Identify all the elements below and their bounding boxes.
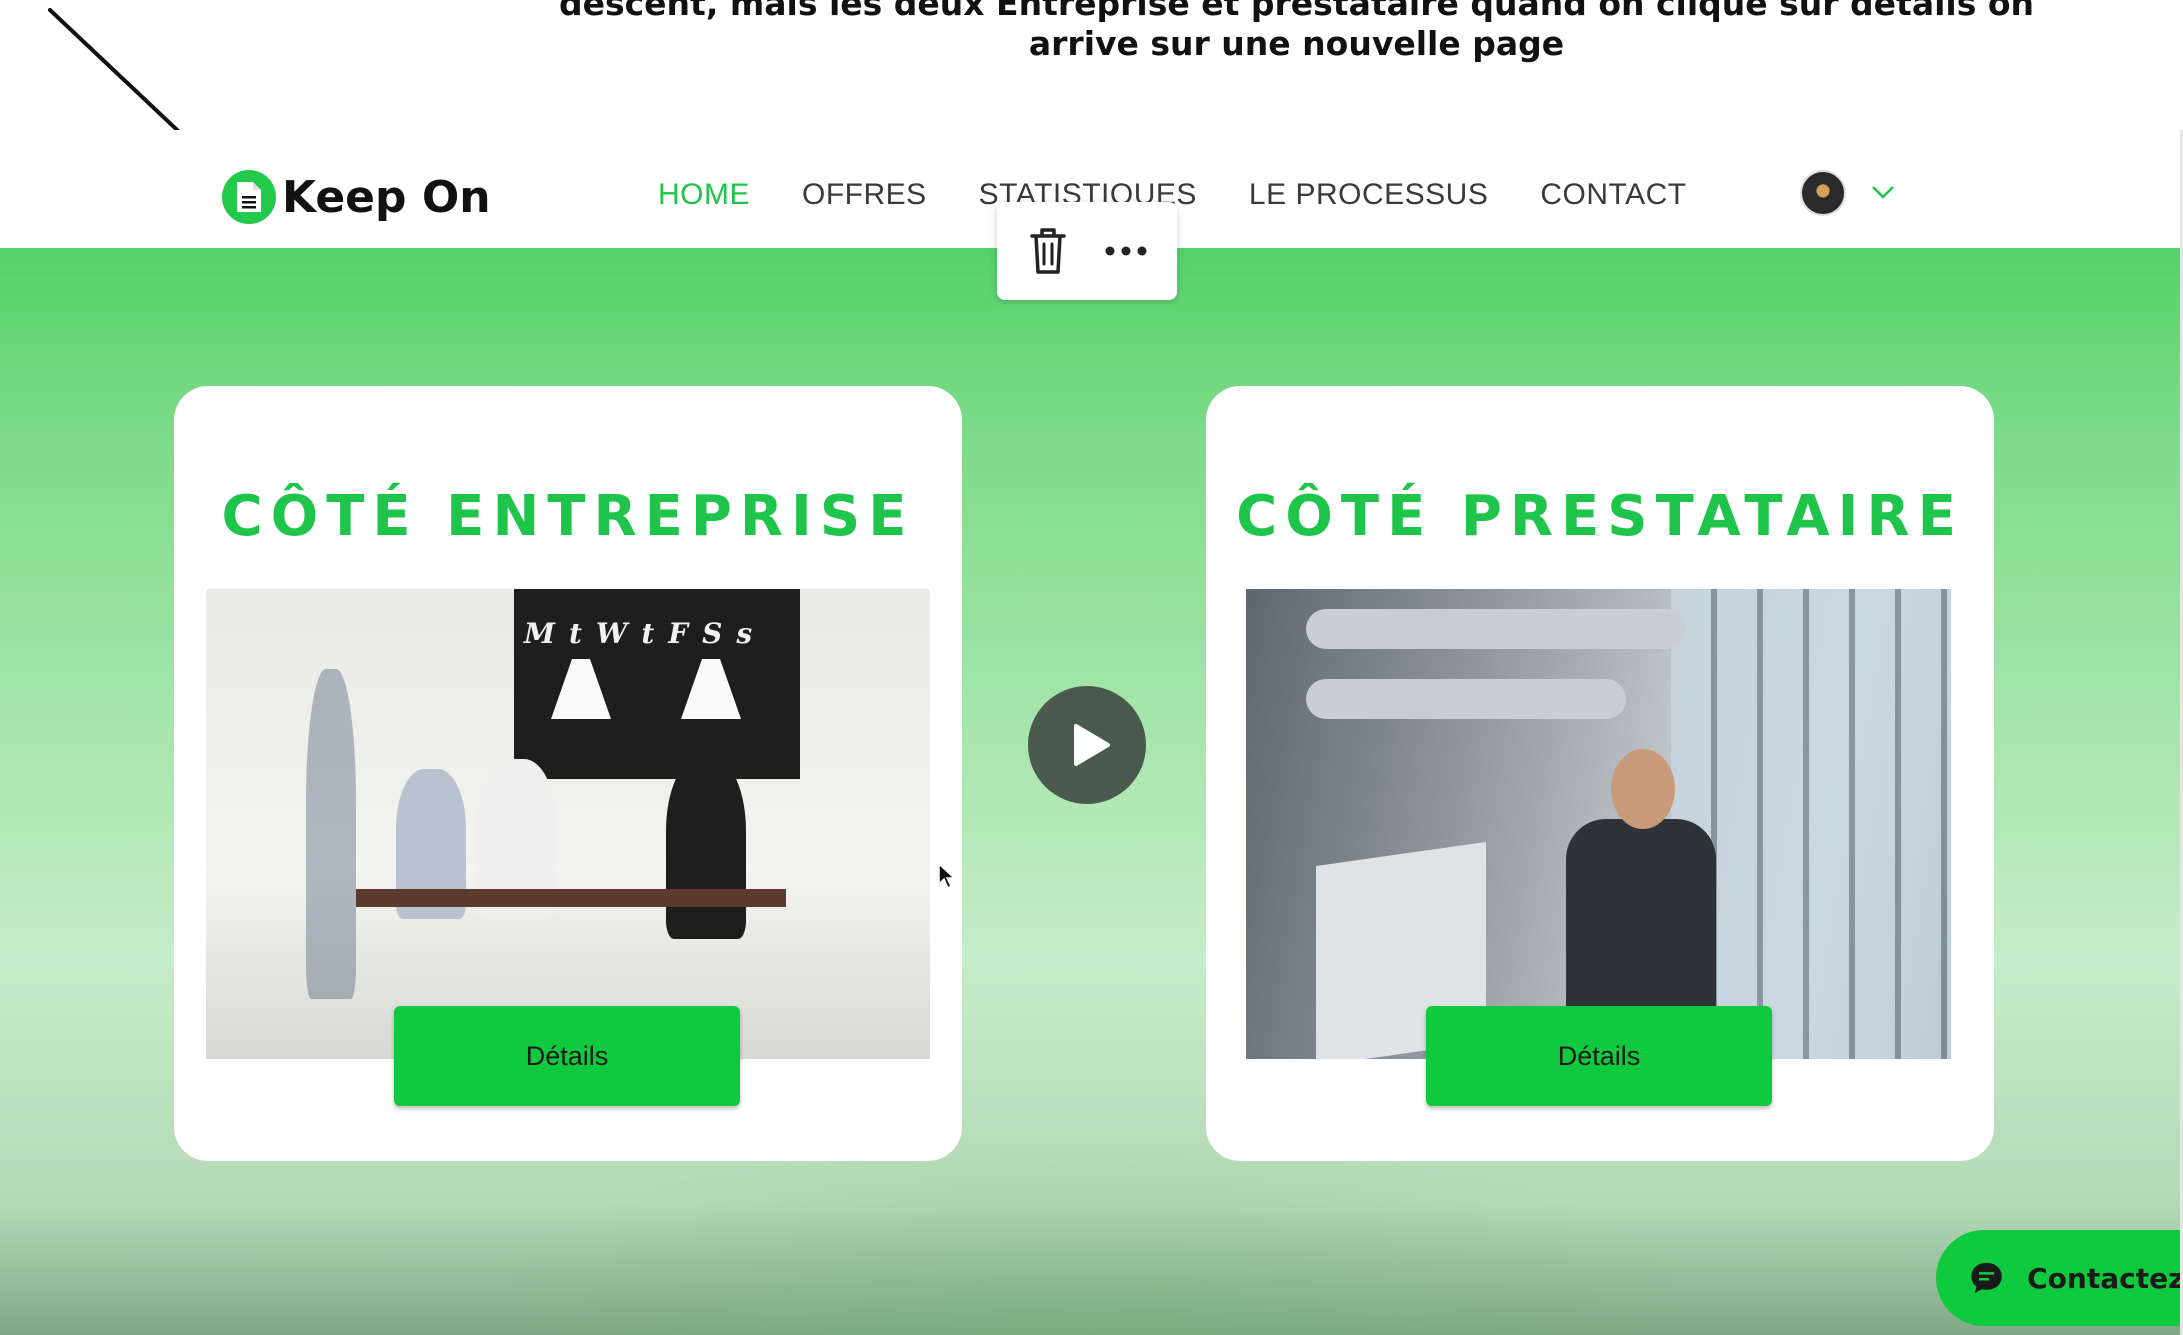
annotation-line-2: arrive sur une nouvelle page: [1028, 24, 1565, 63]
office-photo: MtWtFSs: [206, 589, 930, 1059]
nav-offres[interactable]: OFFRES: [802, 178, 927, 212]
card-title-prestataire: CÔTÉ PRESTATAIRE: [1236, 484, 1964, 549]
details-button-prestataire[interactable]: Détails: [1426, 1006, 1772, 1106]
edit-toolbar: [997, 202, 1177, 300]
mouse-cursor-icon: [938, 862, 956, 890]
chalkboard: MtWtFSs: [514, 589, 800, 779]
document-icon: [222, 170, 276, 224]
avatar[interactable]: [1800, 170, 1846, 216]
logo-text: Keep On: [282, 171, 491, 223]
details-button-entreprise[interactable]: Détails: [394, 1006, 740, 1106]
logo[interactable]: Keep On: [222, 170, 491, 224]
nav-home[interactable]: HOME: [658, 178, 750, 212]
chalkboard-letters: MtWtFSs: [524, 617, 767, 650]
card-title-entreprise: CÔTÉ ENTREPRISE: [221, 484, 915, 549]
annotation-line-1: descent, mais les deux Entreprise et pre…: [558, 0, 2035, 23]
chat-bubble-icon: [1971, 1262, 2002, 1294]
chevron-down-icon[interactable]: [1870, 182, 1896, 202]
play-video-button[interactable]: [1028, 686, 1146, 804]
card-prestataire: CÔTÉ PRESTATAIRE Détails: [1206, 386, 1994, 1161]
contact-label: Contactez-: [2027, 1261, 2183, 1295]
contact-chat-button[interactable]: Contactez-: [1936, 1230, 2183, 1326]
card-entreprise: CÔTÉ ENTREPRISE MtWtFSs Détails: [174, 386, 962, 1161]
nav-contact[interactable]: CONTACT: [1540, 178, 1686, 212]
main-nav: HOME OFFRES STATISTIQUES LE PROCESSUS CO…: [658, 178, 1739, 212]
nav-le-processus[interactable]: LE PROCESSUS: [1249, 178, 1488, 212]
more-options-icon[interactable]: [1102, 224, 1150, 278]
executive-photo: [1246, 589, 1951, 1059]
annotation-text: descent, mais les deux Entreprise et pre…: [0, 0, 2183, 64]
trash-icon[interactable]: [1024, 224, 1072, 278]
play-icon: [1074, 724, 1110, 766]
